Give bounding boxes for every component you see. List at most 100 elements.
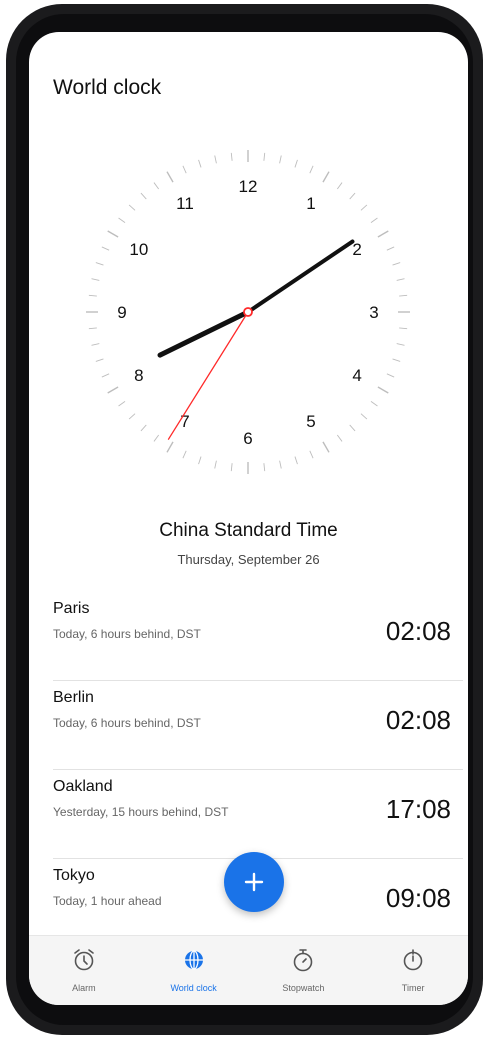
tab-timer[interactable]: Timer [358,936,468,1005]
clock-numeral: 12 [239,177,258,196]
city-name: Paris [53,600,90,617]
clock-tick [91,343,100,346]
city-time: 17:08 [385,794,451,824]
clock-tick [88,294,97,297]
clock-tick [294,159,298,168]
clock-tick [230,152,233,161]
clock-numeral: 1 [306,194,315,213]
clock-tick [263,463,266,472]
clock-numeral: 3 [369,303,378,322]
clock-tick [88,327,97,330]
clock-tick [128,204,136,211]
clock-tick [377,386,389,394]
analog-clock: 121234567891011 [86,150,410,474]
clock-tick [309,450,314,459]
city-offset: Today, 6 hours behind, DST [53,716,201,730]
clock-numeral: 10 [129,240,148,259]
tab-alarm[interactable]: Alarm [29,936,139,1005]
clock-center-pin [243,307,253,317]
plus-icon [244,872,264,892]
city-time: 02:08 [385,616,451,646]
city-offset: Today, 1 hour ahead [53,894,162,908]
clock-tick [279,155,282,164]
city-row-berlin[interactable]: Berlin Today, 6 hours behind, DST 02:08 [53,681,463,770]
clock-tick [349,424,356,432]
city-name: Tokyo [53,867,95,884]
clock-tick [279,460,282,469]
city-name: Oakland [53,778,113,795]
clock-numeral: 6 [243,429,252,448]
clock-numeral: 9 [117,303,126,322]
clock-tick [140,424,147,432]
tab-stopwatch[interactable]: Stopwatch [249,936,359,1005]
clock-tick [377,230,389,238]
stopwatch-icon [294,949,313,972]
globe-icon [184,950,203,970]
clock-tick [294,456,298,465]
minute-hand [246,239,355,314]
alarm-clock-icon [74,949,94,971]
clock-tick [360,204,368,211]
home-timezone-name: China Standard Time [159,520,338,541]
clock-tick [349,192,356,200]
clock-numeral: 4 [352,366,361,385]
clock-tick [166,171,174,183]
app-screen: World clock 12 1 2 3 4 5 6 7 8 9 10 11 China Standa… [29,32,468,1005]
clock-tick [91,278,100,281]
clock-tick [386,373,395,378]
bottom-tab-bar: Alarm World clock Stopwatch Timer [29,935,468,1005]
clock-tick [182,165,187,174]
city-name: Berlin [53,689,94,706]
clock-numeral: 11 [176,194,194,213]
home-timezone-date: Thursday, September 26 [177,552,320,567]
clock-tick [386,246,395,251]
clock-tick [118,217,126,224]
clock-tick [396,278,405,281]
clock-tick [107,386,119,394]
clock-tick [198,456,202,465]
city-time: 02:08 [385,705,451,735]
clock-tick [309,165,314,174]
clock-tick [360,413,368,420]
clock-tick [392,262,401,266]
clock-tick [322,441,330,453]
clock-tick [336,182,343,190]
clock-tick [214,155,217,164]
clock-tick [336,434,343,442]
clock-tick [128,413,136,420]
city-offset: Yesterday, 15 hours behind, DST [53,805,229,819]
clock-tick [392,358,401,362]
city-time: 09:08 [385,883,451,913]
clock-tick [107,230,119,238]
clock-tick [370,400,378,407]
clock-tick [263,152,266,161]
clock-tick [140,192,147,200]
city-offset: Today, 6 hours behind, DST [53,627,201,641]
clock-tick [153,182,160,190]
timer-icon [403,949,423,971]
clock-tick [118,400,126,407]
city-row-oakland[interactable]: Oakland Yesterday, 15 hours behind, DST … [53,770,463,859]
clock-tick [182,450,187,459]
clock-tick [399,327,408,330]
tab-world-clock-label: World clock [170,983,217,993]
clock-tick [370,217,378,224]
add-city-button[interactable] [224,852,284,912]
clock-tick [214,460,217,469]
clock-tick [95,262,104,266]
clock-tick [101,246,110,251]
clock-tick [230,463,233,472]
clock-numeral: 5 [306,412,315,431]
tab-alarm-label: Alarm [72,983,96,993]
tab-world-clock[interactable]: World clock [139,936,249,1005]
clock-numeral: 7 [180,412,189,431]
city-row-paris[interactable]: Paris Today, 6 hours behind, DST 02:08 [53,592,463,681]
clock-tick [95,358,104,362]
page-title: World clock [53,76,162,99]
clock-tick [166,441,174,453]
tab-timer-label: Timer [401,983,425,993]
clock-tick [399,294,408,297]
clock-tick [101,373,110,378]
clock-tick [396,343,405,346]
tab-stopwatch-label: Stopwatch [282,983,325,993]
